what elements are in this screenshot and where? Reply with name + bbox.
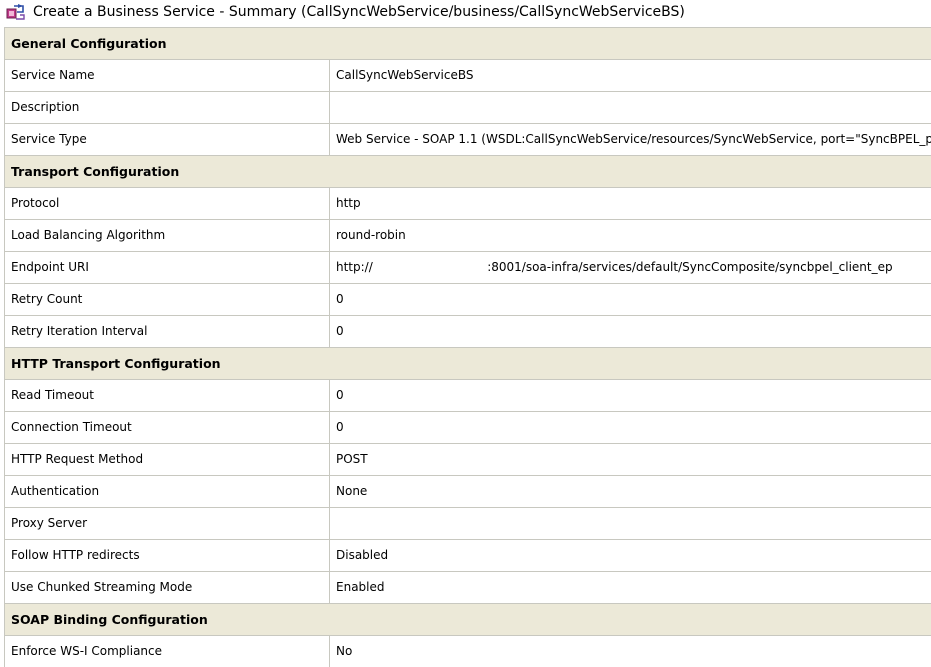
property-value: 0 (330, 316, 931, 347)
property-label: Protocol (4, 188, 330, 219)
table-row: Use Chunked Streaming Mode Enabled (4, 571, 931, 603)
property-label: Follow HTTP redirects (4, 540, 330, 571)
property-label: Load Balancing Algorithm (4, 220, 330, 251)
property-label: Read Timeout (4, 380, 330, 411)
property-value: Web Service - SOAP 1.1 (WSDL:CallSyncWeb… (330, 124, 931, 155)
section-title: General Configuration (11, 36, 167, 51)
property-value: round-robin (330, 220, 931, 251)
title-bar: Create a Business Service - Summary (Cal… (0, 0, 931, 24)
property-label: Retry Iteration Interval (4, 316, 330, 347)
table-row: HTTP Request Method POST (4, 443, 931, 475)
property-value (330, 508, 931, 539)
table-row: Follow HTTP redirects Disabled (4, 539, 931, 571)
property-value: Disabled (330, 540, 931, 571)
table-row: Service Type Web Service - SOAP 1.1 (WSDL… (4, 123, 931, 155)
property-value: Enabled (330, 572, 931, 603)
property-label: Proxy Server (4, 508, 330, 539)
section-title: Transport Configuration (11, 164, 180, 179)
table-row: Enforce WS-I Compliance No (4, 635, 931, 667)
property-value: http:// :8001/soa-infra/services/default… (330, 252, 931, 283)
property-label: Authentication (4, 476, 330, 507)
property-value: http (330, 188, 931, 219)
property-label: Service Type (4, 124, 330, 155)
summary-table: General Configuration Service Name CallSyn… (4, 27, 931, 667)
property-value (330, 92, 931, 123)
property-value: CallSyncWebServiceBS (330, 60, 931, 91)
property-value: None (330, 476, 931, 507)
property-label: Use Chunked Streaming Mode (4, 572, 330, 603)
section-header: Transport Configuration (4, 155, 931, 187)
table-row: Load Balancing Algorithm round-robin (4, 219, 931, 251)
table-row: Retry Iteration Interval 0 (4, 315, 931, 347)
section-header: SOAP Binding Configuration (4, 603, 931, 635)
table-row: Proxy Server (4, 507, 931, 539)
property-label: Enforce WS-I Compliance (4, 636, 330, 667)
table-row: Read Timeout 0 (4, 379, 931, 411)
property-label: Retry Count (4, 284, 330, 315)
property-label: HTTP Request Method (4, 444, 330, 475)
table-row: Protocol http (4, 187, 931, 219)
property-label: Connection Timeout (4, 412, 330, 443)
table-row: Description (4, 91, 931, 123)
table-row: Connection Timeout 0 (4, 411, 931, 443)
property-value: 0 (330, 284, 931, 315)
property-value: POST (330, 444, 931, 475)
property-value: No (330, 636, 931, 667)
section-title: HTTP Transport Configuration (11, 356, 221, 371)
section-header: General Configuration (4, 27, 931, 59)
table-row: Retry Count 0 (4, 283, 931, 315)
table-row: Authentication None (4, 475, 931, 507)
table-row: Service Name CallSyncWebServiceBS (4, 59, 931, 91)
table-row: Endpoint URI http:// :8001/soa-infra/serv… (4, 251, 931, 283)
property-value: 0 (330, 412, 931, 443)
property-value: 0 (330, 380, 931, 411)
property-label: Endpoint URI (4, 252, 330, 283)
property-label: Service Name (4, 60, 330, 91)
section-header: HTTP Transport Configuration (4, 347, 931, 379)
business-service-icon (6, 3, 26, 21)
page-title: Create a Business Service - Summary (Cal… (33, 4, 685, 20)
section-title: SOAP Binding Configuration (11, 612, 208, 627)
property-label: Description (4, 92, 330, 123)
